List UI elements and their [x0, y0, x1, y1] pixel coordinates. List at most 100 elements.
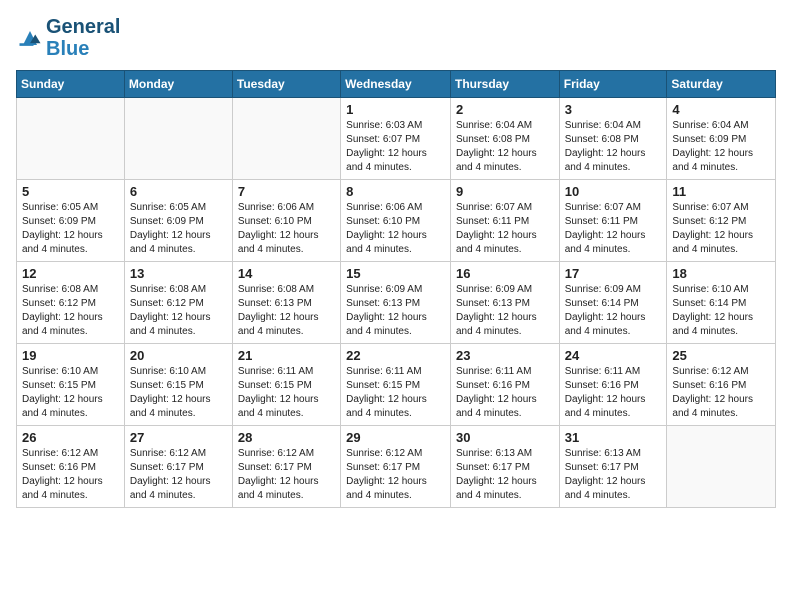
calendar-cell: 22Sunrise: 6:11 AMSunset: 6:15 PMDayligh…: [341, 344, 451, 426]
day-info: Sunrise: 6:05 AMSunset: 6:09 PMDaylight:…: [130, 201, 227, 257]
day-number: 1: [346, 102, 445, 117]
day-info: Sunrise: 6:07 AMSunset: 6:12 PMDaylight:…: [672, 201, 770, 257]
day-number: 16: [456, 266, 554, 281]
day-info: Sunrise: 6:07 AMSunset: 6:11 PMDaylight:…: [456, 201, 554, 257]
day-number: 13: [130, 266, 227, 281]
weekday-header: Tuesday: [232, 71, 340, 98]
calendar-cell: 4Sunrise: 6:04 AMSunset: 6:09 PMDaylight…: [667, 98, 776, 180]
weekday-header: Saturday: [667, 71, 776, 98]
day-number: 24: [565, 348, 662, 363]
calendar-week-row: 12 Sunrise: 6:08 AMSunset: 6:12 PMDayligh…: [17, 262, 776, 344]
day-number: 8: [346, 184, 445, 199]
calendar-cell: 19 Sunrise: 6:10 AMSunset: 6:15 PMDayligh…: [17, 344, 125, 426]
day-number: 19: [22, 348, 119, 363]
calendar-cell: 13 Sunrise: 6:08 AMSunset: 6:12 PMDayligh…: [124, 262, 232, 344]
day-info: Sunrise: 6:11 AMSunset: 6:16 PMDaylight:…: [456, 365, 554, 421]
day-info: Sunrise: 6:09 AMSunset: 6:14 PMDaylight:…: [565, 283, 662, 339]
calendar-cell: [667, 426, 776, 508]
logo-text-general: General: [46, 16, 120, 38]
day-number: 7: [238, 184, 335, 199]
day-info: Sunrise: 6:03 AMSunset: 6:07 PMDaylight:…: [346, 119, 445, 175]
calendar-cell: 20 Sunrise: 6:10 AMSunset: 6:15 PMDayligh…: [124, 344, 232, 426]
calendar-header-row: SundayMondayTuesdayWednesdayThursdayFrid…: [17, 71, 776, 98]
day-info: Sunrise: 6:04 AMSunset: 6:08 PMDaylight:…: [565, 119, 662, 175]
calendar-week-row: 5 Sunrise: 6:05 AMSunset: 6:09 PMDaylight…: [17, 180, 776, 262]
calendar-cell: 3Sunrise: 6:04 AMSunset: 6:08 PMDaylight…: [559, 98, 667, 180]
day-info: Sunrise: 6:12 AMSunset: 6:16 PMDaylight:…: [22, 447, 119, 503]
day-info: Sunrise: 6:07 AMSunset: 6:11 PMDaylight:…: [565, 201, 662, 257]
day-info: Sunrise: 6:11 AMSunset: 6:15 PMDaylight:…: [238, 365, 335, 421]
day-number: 25: [672, 348, 770, 363]
day-number: 23: [456, 348, 554, 363]
day-number: 20: [130, 348, 227, 363]
calendar-cell: [232, 98, 340, 180]
calendar-cell: 26 Sunrise: 6:12 AMSunset: 6:16 PMDayligh…: [17, 426, 125, 508]
calendar-week-row: 26 Sunrise: 6:12 AMSunset: 6:16 PMDayligh…: [17, 426, 776, 508]
day-info: Sunrise: 6:09 AMSunset: 6:13 PMDaylight:…: [346, 283, 445, 339]
day-info: Sunrise: 6:09 AMSunset: 6:13 PMDaylight:…: [456, 283, 554, 339]
day-number: 31: [565, 430, 662, 445]
day-number: 28: [238, 430, 335, 445]
day-number: 12: [22, 266, 119, 281]
calendar-cell: 29 Sunrise: 6:12 AMSunset: 6:17 PMDayligh…: [341, 426, 451, 508]
calendar-cell: 8 Sunrise: 6:06 AMSunset: 6:10 PMDaylight…: [341, 180, 451, 262]
page-header: General Blue: [16, 16, 776, 60]
calendar-cell: 6 Sunrise: 6:05 AMSunset: 6:09 PMDaylight…: [124, 180, 232, 262]
calendar-cell: 2 Sunrise: 6:04 AMSunset: 6:08 PMDaylight…: [450, 98, 559, 180]
day-number: 11: [672, 184, 770, 199]
calendar-cell: 18 Sunrise: 6:10 AMSunset: 6:14 PMDayligh…: [667, 262, 776, 344]
logo-icon: [16, 24, 44, 52]
calendar-cell: 10 Sunrise: 6:07 AMSunset: 6:11 PMDayligh…: [559, 180, 667, 262]
calendar-cell: 28 Sunrise: 6:12 AMSunset: 6:17 PMDayligh…: [232, 426, 340, 508]
day-info: Sunrise: 6:08 AMSunset: 6:12 PMDaylight:…: [22, 283, 119, 339]
day-number: 18: [672, 266, 770, 281]
day-info: Sunrise: 6:13 AMSunset: 6:17 PMDaylight:…: [565, 447, 662, 503]
calendar-cell: 14Sunrise: 6:08 AMSunset: 6:13 PMDayligh…: [232, 262, 340, 344]
day-number: 10: [565, 184, 662, 199]
calendar-cell: 21 Sunrise: 6:11 AMSunset: 6:15 PMDayligh…: [232, 344, 340, 426]
logo: General Blue: [16, 16, 120, 60]
day-number: 4: [672, 102, 770, 117]
calendar-cell: 11 Sunrise: 6:07 AMSunset: 6:12 PMDayligh…: [667, 180, 776, 262]
day-info: Sunrise: 6:05 AMSunset: 6:09 PMDaylight:…: [22, 201, 119, 257]
weekday-header: Thursday: [450, 71, 559, 98]
day-info: Sunrise: 6:10 AMSunset: 6:15 PMDaylight:…: [22, 365, 119, 421]
calendar-cell: 17Sunrise: 6:09 AMSunset: 6:14 PMDayligh…: [559, 262, 667, 344]
calendar-cell: 24 Sunrise: 6:11 AMSunset: 6:16 PMDayligh…: [559, 344, 667, 426]
calendar-cell: 9 Sunrise: 6:07 AMSunset: 6:11 PMDaylight…: [450, 180, 559, 262]
day-info: Sunrise: 6:10 AMSunset: 6:15 PMDaylight:…: [130, 365, 227, 421]
day-info: Sunrise: 6:13 AMSunset: 6:17 PMDaylight:…: [456, 447, 554, 503]
day-info: Sunrise: 6:04 AMSunset: 6:08 PMDaylight:…: [456, 119, 554, 175]
day-number: 30: [456, 430, 554, 445]
calendar-table: SundayMondayTuesdayWednesdayThursdayFrid…: [16, 70, 776, 508]
day-info: Sunrise: 6:11 AMSunset: 6:16 PMDaylight:…: [565, 365, 662, 421]
day-number: 27: [130, 430, 227, 445]
day-number: 2: [456, 102, 554, 117]
day-info: Sunrise: 6:12 AMSunset: 6:17 PMDaylight:…: [130, 447, 227, 503]
weekday-header: Wednesday: [341, 71, 451, 98]
day-number: 5: [22, 184, 119, 199]
day-info: Sunrise: 6:12 AMSunset: 6:17 PMDaylight:…: [238, 447, 335, 503]
calendar-cell: 12 Sunrise: 6:08 AMSunset: 6:12 PMDayligh…: [17, 262, 125, 344]
calendar-cell: 30 Sunrise: 6:13 AMSunset: 6:17 PMDayligh…: [450, 426, 559, 508]
weekday-header: Sunday: [17, 71, 125, 98]
day-info: Sunrise: 6:06 AMSunset: 6:10 PMDaylight:…: [346, 201, 445, 257]
calendar-cell: 23 Sunrise: 6:11 AMSunset: 6:16 PMDayligh…: [450, 344, 559, 426]
calendar-cell: [124, 98, 232, 180]
calendar-cell: [17, 98, 125, 180]
calendar-week-row: 19 Sunrise: 6:10 AMSunset: 6:15 PMDayligh…: [17, 344, 776, 426]
calendar-cell: 31 Sunrise: 6:13 AMSunset: 6:17 PMDayligh…: [559, 426, 667, 508]
calendar-cell: 5 Sunrise: 6:05 AMSunset: 6:09 PMDaylight…: [17, 180, 125, 262]
day-number: 15: [346, 266, 445, 281]
day-number: 29: [346, 430, 445, 445]
day-info: Sunrise: 6:08 AMSunset: 6:12 PMDaylight:…: [130, 283, 227, 339]
day-info: Sunrise: 6:12 AMSunset: 6:17 PMDaylight:…: [346, 447, 445, 503]
day-info: Sunrise: 6:11 AMSunset: 6:15 PMDaylight:…: [346, 365, 445, 421]
calendar-cell: 27 Sunrise: 6:12 AMSunset: 6:17 PMDayligh…: [124, 426, 232, 508]
day-number: 21: [238, 348, 335, 363]
day-number: 9: [456, 184, 554, 199]
day-number: 6: [130, 184, 227, 199]
weekday-header: Friday: [559, 71, 667, 98]
day-info: Sunrise: 6:10 AMSunset: 6:14 PMDaylight:…: [672, 283, 770, 339]
day-number: 26: [22, 430, 119, 445]
